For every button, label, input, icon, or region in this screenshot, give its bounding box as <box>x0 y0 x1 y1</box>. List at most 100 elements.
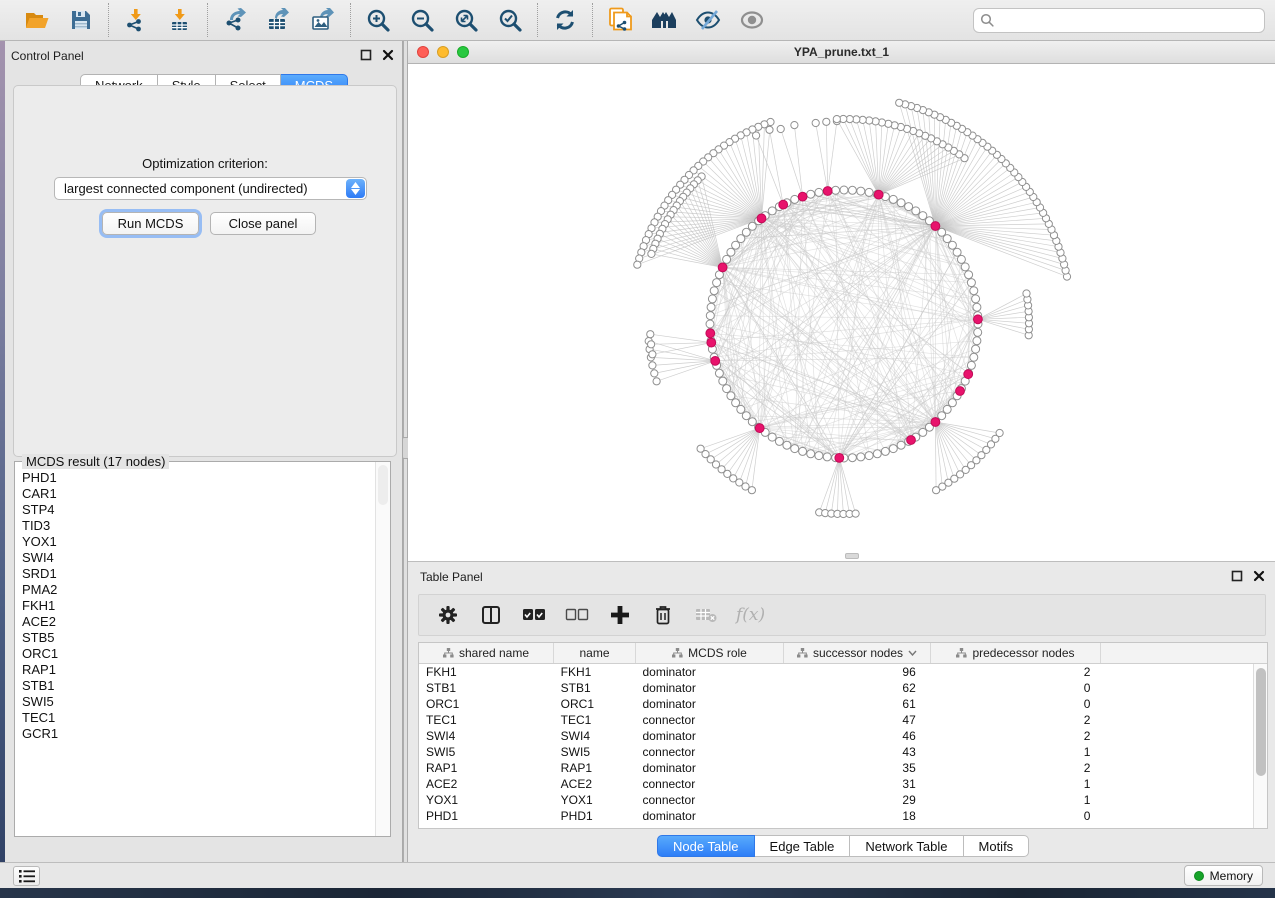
table-cell: dominator <box>635 809 783 823</box>
mcds-result-item[interactable]: STB5 <box>22 630 369 646</box>
zoom-in-icon[interactable] <box>364 6 392 34</box>
mcds-result-item[interactable]: STP4 <box>22 502 369 518</box>
table-cell: RAP1 <box>419 761 554 775</box>
table-row[interactable]: TEC1TEC1connector472 <box>419 712 1253 728</box>
mcds-result-item[interactable]: SWI5 <box>22 694 369 710</box>
refresh-icon[interactable] <box>551 6 579 34</box>
close-panel-icon[interactable] <box>382 49 394 64</box>
tab-network-table[interactable]: Network Table <box>850 835 963 857</box>
export-image-icon[interactable] <box>309 6 337 34</box>
list-icon <box>19 870 35 883</box>
table-scrollbar[interactable] <box>1253 664 1267 828</box>
mcds-result-item[interactable]: TEC1 <box>22 710 369 726</box>
scrollbar-thumb[interactable] <box>1256 668 1266 776</box>
show-all-icon[interactable] <box>738 6 766 34</box>
table-cell: 1 <box>930 793 1100 807</box>
column-header-predecessor-nodes[interactable]: predecessor nodes <box>931 643 1101 663</box>
task-history-button[interactable] <box>13 866 40 886</box>
import-network-icon[interactable] <box>122 6 150 34</box>
memory-button[interactable]: Memory <box>1184 865 1263 886</box>
table-cell: FKH1 <box>419 665 554 679</box>
node-table: shared namenameMCDS rolesuccessor nodesp… <box>418 642 1268 829</box>
table-cell: 35 <box>783 761 930 775</box>
column-header-MCDS-role[interactable]: MCDS role <box>636 643 784 663</box>
mcds-result-item[interactable]: YOX1 <box>22 534 369 550</box>
delete-column-icon[interactable] <box>650 602 676 628</box>
table-cell: STB1 <box>554 681 636 695</box>
add-column-icon[interactable] <box>607 602 633 628</box>
table-row[interactable]: ORC1ORC1dominator610 <box>419 696 1253 712</box>
close-panel-button[interactable]: Close panel <box>210 212 316 235</box>
window-close-icon[interactable] <box>417 46 429 58</box>
mcds-result-item[interactable]: FKH1 <box>22 598 369 614</box>
control-panel-title: Control Panel <box>11 49 360 63</box>
column-header-successor-nodes[interactable]: successor nodes <box>784 643 931 663</box>
window-maximize-icon[interactable] <box>457 46 469 58</box>
table-cell: 96 <box>783 665 930 679</box>
first-neighbors-icon[interactable] <box>650 6 678 34</box>
mcds-result-item[interactable]: ORC1 <box>22 646 369 662</box>
table-cell: 31 <box>783 777 930 791</box>
select-all-rows-icon[interactable] <box>521 602 547 628</box>
network-window-titlebar[interactable]: YPA_prune.txt_1 <box>408 41 1275 64</box>
mcds-result-item[interactable]: TID3 <box>22 518 369 534</box>
column-header-name[interactable]: name <box>554 643 636 663</box>
table-row[interactable]: FKH1FKH1dominator962 <box>419 664 1253 680</box>
float-panel-icon[interactable] <box>1231 570 1243 585</box>
table-cell: 43 <box>783 745 930 759</box>
deselect-all-rows-icon[interactable] <box>564 602 590 628</box>
mcds-result-item[interactable]: RAP1 <box>22 662 369 678</box>
hide-selected-icon[interactable] <box>694 6 722 34</box>
mcds-result-list[interactable]: PHD1CAR1STP4TID3YOX1SWI4SRD1PMA2FKH1ACE2… <box>16 468 375 835</box>
float-panel-icon[interactable] <box>360 49 372 64</box>
tab-node-table[interactable]: Node Table <box>657 835 755 857</box>
optimization-criterion-select[interactable]: largest connected component (undirected) <box>54 177 367 200</box>
zoom-fit-icon[interactable] <box>452 6 480 34</box>
run-mcds-button[interactable]: Run MCDS <box>102 212 199 235</box>
table-row[interactable]: YOX1YOX1connector291 <box>419 792 1253 808</box>
control-panel: Control Panel Network Style Select MCDS … <box>5 41 403 862</box>
settings-gear-icon[interactable] <box>435 602 461 628</box>
table-row[interactable]: SWI5SWI5connector431 <box>419 744 1253 760</box>
table-row[interactable]: RAP1RAP1dominator352 <box>419 760 1253 776</box>
mcds-result-item[interactable]: CAR1 <box>22 486 369 502</box>
search-icon <box>980 13 995 33</box>
mcds-result-item[interactable]: SRD1 <box>22 566 369 582</box>
delete-table-icon[interactable] <box>693 602 719 628</box>
function-builder-icon[interactable]: f(x) <box>736 605 765 625</box>
column-header-shared-name[interactable]: shared name <box>419 643 554 663</box>
close-panel-icon[interactable] <box>1253 570 1265 585</box>
horizontal-splitter-handle[interactable] <box>845 553 859 559</box>
open-file-icon[interactable] <box>23 6 51 34</box>
zoom-selected-icon[interactable] <box>496 6 524 34</box>
mcds-result-item[interactable]: ACE2 <box>22 614 369 630</box>
network-view-window: YPA_prune.txt_1 <box>408 41 1275 561</box>
table-row[interactable]: ACE2ACE2connector311 <box>419 776 1253 792</box>
tab-edge-table[interactable]: Edge Table <box>755 835 851 857</box>
zoom-out-icon[interactable] <box>408 6 436 34</box>
window-minimize-icon[interactable] <box>437 46 449 58</box>
mcds-result-item[interactable]: GCR1 <box>22 726 369 742</box>
table-cell: connector <box>635 777 783 791</box>
table-cell: SWI4 <box>419 729 554 743</box>
mcds-result-item[interactable]: STB1 <box>22 678 369 694</box>
save-session-icon[interactable] <box>67 6 95 34</box>
table-cell: TEC1 <box>554 713 636 727</box>
tab-motifs[interactable]: Motifs <box>964 835 1030 857</box>
table-row[interactable]: PHD1PHD1dominator180 <box>419 808 1253 824</box>
search-input[interactable] <box>973 8 1265 33</box>
export-network-icon[interactable] <box>221 6 249 34</box>
mcds-result-scrollbar[interactable] <box>375 462 390 836</box>
network-canvas[interactable] <box>408 64 1275 561</box>
import-table-icon[interactable] <box>166 6 194 34</box>
clone-network-icon[interactable] <box>606 6 634 34</box>
table-row[interactable]: SWI4SWI4dominator462 <box>419 728 1253 744</box>
mcds-result-item[interactable]: SWI4 <box>22 550 369 566</box>
export-table-icon[interactable] <box>265 6 293 34</box>
mcds-result-title: MCDS result (17 nodes) <box>22 454 169 469</box>
table-row[interactable]: STB1STB1dominator620 <box>419 680 1253 696</box>
network-graph[interactable] <box>408 64 1275 561</box>
split-columns-icon[interactable] <box>478 602 504 628</box>
mcds-result-item[interactable]: PHD1 <box>22 470 369 486</box>
mcds-result-item[interactable]: PMA2 <box>22 582 369 598</box>
